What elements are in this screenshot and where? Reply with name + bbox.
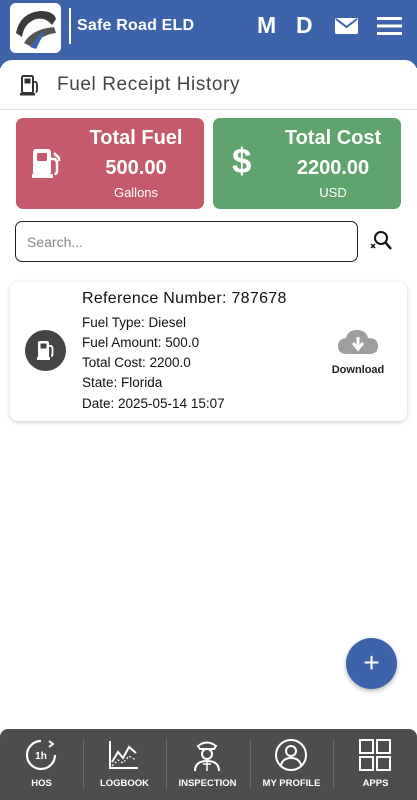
dollar-icon: $ [232,142,252,181]
date: Date: 2025-05-14 15:07 [82,396,225,411]
nav-item-logbook[interactable]: LOGBOOK [83,729,166,800]
app-bar-divider [69,8,71,44]
header-d-button[interactable]: D [296,12,313,39]
fuel-type: Fuel Type: Diesel [82,315,187,330]
inspector-icon [194,741,220,772]
total-fuel-unit: Gallons [113,185,159,200]
nav-label-logbook: LOGBOOK [99,778,150,789]
nav-label-hos: HOS [31,778,52,789]
total-cost-unit: USD [319,185,347,200]
nav-label-apps: APPS [362,778,389,789]
app-bar: Safe Road ELD M D [0,0,417,60]
nav-item-inspection[interactable]: INSPECTION [166,729,249,800]
app-title: Safe Road ELD [77,17,195,34]
header-m-button[interactable]: M [257,12,276,39]
reference-label: Reference Number: [82,290,227,307]
total-cost-value: 2200.00 [296,157,370,179]
app-logo [10,3,61,53]
fuel-pump-icon [37,341,54,360]
nav-item-hos[interactable]: 1h HOS [0,729,83,800]
total-fuel-value: 500.00 [105,157,167,179]
profile-icon [275,739,307,771]
nav-label-my-profile: MY PROFILE [262,778,321,789]
total-cost-title: Total Cost [284,127,382,149]
search-input[interactable] [27,231,347,253]
nav-label-inspection: INSPECTION [178,778,237,789]
fuel-pump-icon [32,149,61,178]
mail-icon[interactable] [334,16,359,36]
fuel-amount: Fuel Amount: 500.0 [82,335,200,350]
page-title: Fuel Receipt History [57,74,241,95]
fuel-avatar [25,330,66,371]
logbook-chart-icon [109,741,138,769]
reference-value: 787678 [231,290,287,307]
search-clear-icon[interactable] [368,229,392,253]
cloud-download-icon [338,330,378,354]
nav-item-my-profile[interactable]: MY PROFILE [250,729,333,800]
download-button[interactable]: Download [328,328,388,376]
receipt-card[interactable]: Reference Number: 787678 Fuel Type: Dies… [10,282,407,421]
total-cost: Total Cost: 2200.0 [82,355,191,370]
hos-clock-icon: 1h [25,739,57,771]
svg-text:1h: 1h [35,751,47,762]
apps-grid-icon [359,739,391,771]
bottom-nav: 1h HOS LOGBOOK INSPECTION MY PROFILE APP… [0,729,417,800]
menu-icon[interactable] [377,16,402,36]
search-box[interactable] [15,221,358,262]
total-fuel-card: Total Fuel 500.00 Gallons [16,118,204,209]
state: State: Florida [82,375,163,390]
download-label: Download [331,364,385,376]
add-receipt-button[interactable]: + [346,638,397,689]
total-cost-card: $ Total Cost 2200.00 USD [213,118,401,209]
nav-item-apps[interactable]: APPS [334,729,417,800]
reference-number: Reference Number: 787678 [82,290,287,308]
fuel-pump-icon [20,75,38,96]
total-fuel-title: Total Fuel [89,127,183,149]
